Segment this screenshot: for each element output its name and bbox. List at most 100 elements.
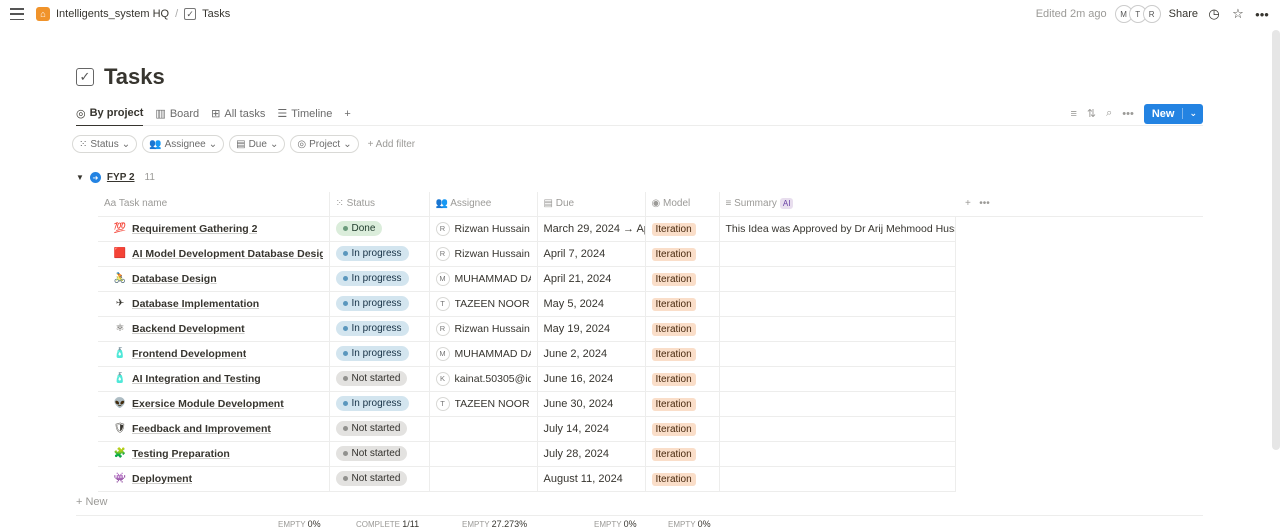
task-cell[interactable]: 👽 Exersice Module Development — [98, 391, 329, 417]
task-name[interactable]: Frontend Development — [132, 348, 246, 360]
calculation[interactable]: EMPTY 27.273% — [462, 519, 527, 529]
task-cell[interactable]: 🟥 AI Model Development Database Design — [98, 241, 329, 267]
status-badge[interactable]: In progress — [335, 396, 409, 411]
task-name[interactable]: Requirement Gathering 2 — [132, 223, 257, 235]
add-row-button[interactable]: + New — [76, 496, 108, 508]
status-cell[interactable]: Not started — [328, 416, 429, 442]
calculation[interactable]: EMPTY 0% — [278, 519, 321, 529]
assignee-cell[interactable]: T TAZEEN NOOR — [428, 391, 537, 417]
column-header-due[interactable]: ▤ Due — [536, 192, 645, 217]
summary-cell[interactable] — [718, 291, 955, 317]
assignee-cell[interactable] — [428, 416, 537, 442]
scrollbar[interactable] — [1272, 30, 1280, 450]
summary-cell[interactable] — [718, 266, 955, 292]
status-cell[interactable]: In progress — [328, 391, 429, 417]
summary-cell[interactable] — [718, 416, 955, 442]
status-badge[interactable]: Not started — [335, 421, 408, 436]
assignee-cell[interactable]: M MUHAMMAD DANIYAL — [428, 341, 537, 367]
model-cell[interactable]: Iteration — [644, 391, 719, 417]
column-header-status[interactable]: ⁙ Status — [328, 192, 429, 217]
task-cell[interactable]: 👾 Deployment — [98, 466, 329, 492]
filter-status[interactable]: ⁙ Status ⌄ — [72, 135, 138, 153]
status-cell[interactable]: In progress — [328, 266, 429, 292]
column-header-summary[interactable]: ≡ Summary AI — [718, 192, 955, 217]
tab-all-tasks[interactable]: ⊞ All tasks — [211, 102, 265, 126]
status-badge[interactable]: In progress — [335, 321, 409, 336]
due-cell[interactable]: June 30, 2024 — [536, 391, 645, 417]
page-title[interactable]: Tasks — [104, 64, 165, 90]
status-cell[interactable]: In progress — [328, 341, 429, 367]
new-button[interactable]: New ⌄ — [1143, 103, 1203, 124]
filter-project[interactable]: ◎ Project ⌄ — [290, 135, 359, 153]
task-cell[interactable]: 🚴 Database Design — [98, 266, 329, 292]
summary-cell[interactable] — [718, 341, 955, 367]
tab-timeline[interactable]: ☰ Timeline — [277, 102, 332, 126]
share-button[interactable]: Share — [1169, 8, 1198, 20]
summary-cell[interactable] — [718, 391, 955, 417]
chevron-down-icon[interactable]: ⌄ — [1182, 108, 1203, 119]
status-cell[interactable]: In progress — [328, 291, 429, 317]
status-cell[interactable]: Not started — [328, 366, 429, 392]
filter-icon[interactable]: ≡ — [1070, 108, 1076, 120]
due-cell[interactable]: April 21, 2024 — [536, 266, 645, 292]
add-view-button[interactable]: + — [344, 102, 350, 126]
assignee-cell[interactable]: M MUHAMMAD DANIYAL — [428, 266, 537, 292]
assignee-cell[interactable] — [428, 466, 537, 492]
model-cell[interactable]: Iteration — [644, 466, 719, 492]
table-row[interactable]: ✈ Database Implementation In progress T TAZE… — [98, 291, 1203, 317]
model-cell[interactable]: Iteration — [644, 316, 719, 342]
status-badge[interactable]: Not started — [335, 471, 408, 486]
model-cell[interactable]: Iteration — [644, 441, 719, 467]
filter-due[interactable]: ▤ Due ⌄ — [229, 135, 286, 153]
table-row[interactable]: 🧴 AI Integration and Testing Not started Kk… — [98, 366, 1203, 392]
task-cell[interactable]: 🧴 AI Integration and Testing — [98, 366, 329, 392]
table-row[interactable]: 💯 Requirement Gathering 2 Done R Rizwan Huss… — [98, 216, 1203, 242]
assignee-cell[interactable]: R Rizwan Hussain — [428, 241, 537, 267]
summary-cell[interactable] — [718, 466, 955, 492]
breadcrumb-workspace[interactable]: Intelligents_system HQ — [56, 8, 169, 20]
assignee-cell[interactable]: Kkainat.50305@iqra — [428, 366, 537, 392]
column-header-model[interactable]: ◉ Model — [644, 192, 719, 217]
task-cell[interactable]: 💯 Requirement Gathering 2 — [98, 216, 329, 242]
task-name[interactable]: Backend Development — [132, 323, 245, 335]
status-badge[interactable]: In progress — [335, 246, 409, 261]
table-row[interactable]: 🟥 AI Model Development Database Design In … — [98, 241, 1203, 267]
summary-cell[interactable] — [718, 241, 955, 267]
due-cell[interactable]: May 19, 2024 — [536, 316, 645, 342]
due-cell[interactable]: July 14, 2024 — [536, 416, 645, 442]
status-cell[interactable]: Not started — [328, 466, 429, 492]
model-cell[interactable]: Iteration — [644, 216, 719, 242]
menu-icon[interactable] — [10, 8, 24, 20]
star-icon[interactable]: ☆ — [1230, 6, 1246, 22]
due-cell[interactable]: June 16, 2024 — [536, 366, 645, 392]
status-cell[interactable]: Done — [328, 216, 429, 242]
due-cell[interactable]: July 28, 2024 — [536, 441, 645, 467]
task-cell[interactable]: ✈ Database Implementation — [98, 291, 329, 317]
table-row[interactable]: 👽 Exersice Module Development In progress T… — [98, 391, 1203, 417]
summary-cell[interactable]: This Idea was Approved by Dr Arij Mehmoo… — [718, 216, 955, 242]
more-icon[interactable]: ••• — [979, 198, 990, 209]
calculation[interactable]: EMPTY 0% — [668, 519, 711, 529]
column-header-assignee[interactable]: 👥 Assignee — [428, 192, 537, 217]
task-name[interactable]: Deployment — [132, 473, 192, 485]
filter-assignee[interactable]: 👥 Assignee ⌄ — [142, 135, 225, 153]
group-name[interactable]: FYP 2 — [107, 172, 135, 183]
task-name[interactable]: Feedback and Improvement — [132, 423, 271, 435]
model-cell[interactable]: Iteration — [644, 341, 719, 367]
assignee-cell[interactable]: R Rizwan Hussain — [428, 216, 537, 242]
due-cell[interactable]: August 11, 2024 — [536, 466, 645, 492]
status-badge[interactable]: Not started — [335, 446, 408, 461]
task-cell[interactable]: 🧩 Testing Preparation — [98, 441, 329, 467]
avatar[interactable]: R — [1142, 5, 1161, 23]
model-cell[interactable]: Iteration — [644, 416, 719, 442]
status-cell[interactable]: In progress — [328, 241, 429, 267]
summary-cell[interactable] — [718, 441, 955, 467]
model-cell[interactable]: Iteration — [644, 241, 719, 267]
table-row[interactable]: ⚛ Backend Development In progress R Rizwan H… — [98, 316, 1203, 342]
status-cell[interactable]: In progress — [328, 316, 429, 342]
status-cell[interactable]: Not started — [328, 441, 429, 467]
assignee-cell[interactable] — [428, 441, 537, 467]
task-name[interactable]: Database Implementation — [132, 298, 259, 310]
table-row[interactable]: 🧩 Testing Preparation Not started July 28, … — [98, 441, 1203, 467]
tab-board[interactable]: ▥ Board — [155, 102, 199, 126]
